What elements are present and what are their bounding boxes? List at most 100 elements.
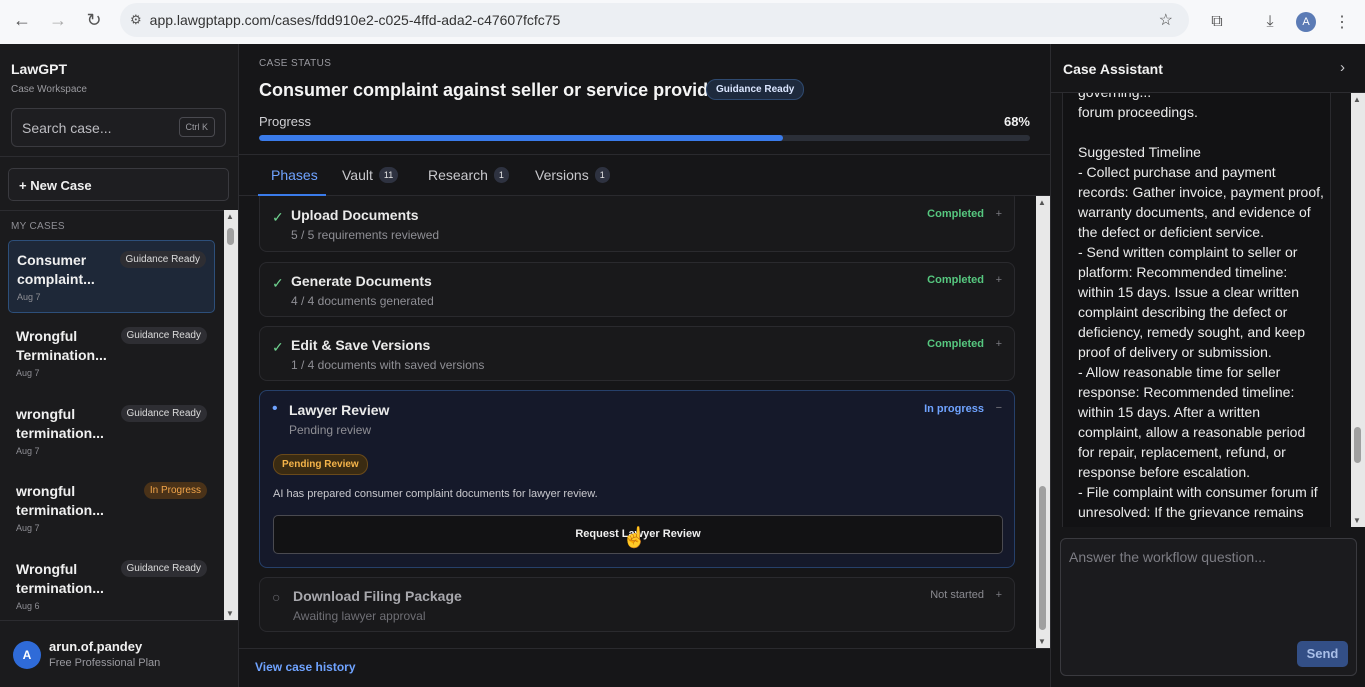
check-icon: ✓ bbox=[272, 209, 284, 225]
search-placeholder: Search case... bbox=[22, 120, 112, 136]
search-shortcut-hint: Ctrl K bbox=[178, 117, 215, 137]
status-badge: In Progress bbox=[143, 482, 207, 499]
expand-icon[interactable]: + bbox=[996, 338, 1002, 350]
profile-avatar[interactable]: A bbox=[1292, 8, 1320, 36]
case-title: Wrongful termination... bbox=[16, 561, 104, 596]
case-title: wrongful termination... bbox=[16, 483, 104, 518]
phase-subtitle: 1 / 4 documents with saved versions bbox=[291, 358, 485, 372]
tab-count: 11 bbox=[378, 167, 399, 183]
tab-label: Versions bbox=[535, 167, 589, 183]
divider bbox=[0, 156, 238, 157]
browser-toolbar: ← → ↻ ⚙ app.lawgptapp.com/cases/fdd910e2… bbox=[0, 0, 1365, 44]
case-date: Aug 7 bbox=[16, 368, 40, 378]
scrollbar-thumb[interactable] bbox=[1354, 427, 1361, 463]
divider bbox=[0, 210, 238, 211]
tab-research[interactable]: Research 1 bbox=[428, 167, 509, 183]
address-bar[interactable]: ⚙ app.lawgptapp.com/cases/fdd910e2-c025-… bbox=[120, 3, 1189, 37]
expand-icon[interactable]: + bbox=[996, 274, 1002, 286]
scroll-down-icon[interactable]: ▼ bbox=[1038, 637, 1046, 646]
expand-icon[interactable]: + bbox=[996, 208, 1002, 220]
phase-status: Completed bbox=[927, 338, 984, 350]
sidebar: LawGPT Case Workspace Search case... Ctr… bbox=[0, 44, 239, 687]
tab-versions[interactable]: Versions 1 bbox=[535, 167, 610, 183]
tab-phases[interactable]: Phases bbox=[271, 167, 318, 183]
tab-label: Research bbox=[428, 167, 488, 183]
progress-fill bbox=[259, 135, 784, 141]
tab-vault[interactable]: Vault 11 bbox=[342, 167, 399, 183]
case-item[interactable]: wrongful termination... Guidance Ready A… bbox=[8, 395, 215, 468]
brand-title: LawGPT bbox=[11, 61, 68, 77]
expand-icon[interactable]: + bbox=[996, 589, 1002, 601]
extensions-icon[interactable]: ⧉ bbox=[1203, 8, 1231, 36]
sidebar-scrollbar[interactable]: ▲ ▼ bbox=[224, 210, 238, 620]
phase-title: Download Filing Package bbox=[293, 588, 462, 604]
phase-item[interactable]: ✓ Edit & Save Versions 1 / 4 documents w… bbox=[259, 326, 1015, 381]
status-badge: Guidance Ready bbox=[120, 405, 207, 422]
tab-count: 1 bbox=[594, 167, 610, 183]
menu-kebab-icon[interactable]: ⋮ bbox=[1328, 8, 1356, 36]
scrollbar-thumb[interactable] bbox=[227, 228, 234, 245]
case-assistant-panel: Case Assistant › governing... forum proc… bbox=[1050, 44, 1365, 687]
tab-bar: Phases Vault 11 Research 1 Versions 1 bbox=[239, 154, 1050, 196]
url-text: app.lawgptapp.com/cases/fdd910e2-c025-4f… bbox=[149, 12, 561, 28]
my-cases-heading: MY CASES bbox=[11, 221, 65, 232]
case-date: Aug 7 bbox=[17, 292, 41, 302]
phase-subtitle: 4 / 4 documents generated bbox=[291, 294, 434, 308]
case-title: wrongful termination... bbox=[16, 406, 104, 441]
case-date: Aug 6 bbox=[16, 601, 40, 611]
forward-icon[interactable]: → bbox=[40, 2, 76, 38]
input-placeholder: Answer the workflow question... bbox=[1069, 549, 1266, 565]
phase-status: Completed bbox=[927, 274, 984, 286]
case-list: Consumer complaint... Guidance Ready Aug… bbox=[0, 238, 224, 620]
case-date: Aug 7 bbox=[16, 523, 40, 533]
tab-label: Phases bbox=[271, 167, 318, 183]
reload-icon[interactable]: ↻ bbox=[76, 2, 112, 38]
site-info-icon[interactable]: ⚙ bbox=[130, 12, 142, 28]
download-icon[interactable]: ⤓ bbox=[1256, 8, 1284, 36]
case-item[interactable]: wrongful termination... In Progress Aug … bbox=[8, 472, 215, 545]
user-name: arun.of.pandey bbox=[49, 639, 143, 654]
view-case-history-link[interactable]: View case history bbox=[255, 660, 356, 674]
send-button[interactable]: Send bbox=[1297, 641, 1348, 667]
phase-subtitle: 5 / 5 requirements reviewed bbox=[291, 228, 440, 242]
assistant-scrollbar[interactable]: ▲ ▼ bbox=[1351, 93, 1365, 527]
scrollbar-thumb[interactable] bbox=[1039, 486, 1046, 630]
case-search-input[interactable]: Search case... Ctrl K bbox=[11, 108, 226, 147]
case-item[interactable]: Wrongful termination... Guidance Ready A… bbox=[8, 550, 215, 620]
progress-label: Progress bbox=[259, 114, 312, 129]
phase-item[interactable]: ✓ Upload Documents 5 / 5 requirements re… bbox=[259, 196, 1015, 252]
new-case-button[interactable]: + New Case bbox=[8, 168, 229, 201]
case-item[interactable]: Wrongful Termination... Guidance Ready A… bbox=[8, 317, 215, 390]
phase-description: AI has prepared consumer complaint docum… bbox=[273, 488, 598, 500]
assistant-message: governing... forum proceedings. Suggeste… bbox=[1078, 93, 1324, 520]
progress-value: 68% bbox=[1003, 114, 1030, 129]
divider bbox=[239, 648, 1050, 649]
status-badge: Guidance Ready bbox=[119, 251, 206, 268]
phase-title: Edit & Save Versions bbox=[291, 337, 431, 353]
status-badge: Guidance Ready bbox=[706, 79, 805, 100]
phase-subtitle: Awaiting lawyer approval bbox=[293, 609, 426, 623]
scroll-up-icon[interactable]: ▲ bbox=[1038, 198, 1046, 207]
tab-count: 1 bbox=[493, 167, 509, 183]
phases-scrollbar[interactable]: ▲ ▼ bbox=[1036, 196, 1050, 648]
back-icon[interactable]: ← bbox=[4, 2, 40, 38]
chevron-right-icon[interactable]: › bbox=[1340, 59, 1345, 76]
phase-list: ✓ Upload Documents 5 / 5 requirements re… bbox=[239, 196, 1036, 651]
user-profile[interactable]: A arun.of.pandey Free Professional Plan bbox=[0, 620, 238, 687]
case-title: Consumer complaint... bbox=[17, 252, 95, 287]
scroll-down-icon[interactable]: ▼ bbox=[1353, 516, 1361, 525]
bookmark-star-icon[interactable]: ☆ bbox=[1159, 10, 1173, 30]
phase-item[interactable]: ✓ Generate Documents 4 / 4 documents gen… bbox=[259, 262, 1015, 317]
phase-status: Completed bbox=[927, 208, 984, 220]
phase-status: In progress bbox=[924, 403, 984, 415]
tab-label: Vault bbox=[342, 167, 373, 183]
phase-item[interactable]: ○ Download Filing Package Awaiting lawye… bbox=[259, 577, 1015, 632]
workflow-answer-input[interactable]: Answer the workflow question... Send bbox=[1060, 538, 1357, 676]
collapse-icon[interactable]: − bbox=[996, 402, 1002, 414]
phase-title: Upload Documents bbox=[291, 207, 419, 223]
scroll-up-icon[interactable]: ▲ bbox=[226, 212, 234, 221]
scroll-up-icon[interactable]: ▲ bbox=[1353, 95, 1361, 104]
scroll-down-icon[interactable]: ▼ bbox=[226, 609, 234, 618]
progress-bar bbox=[259, 135, 1030, 141]
case-item[interactable]: Consumer complaint... Guidance Ready Aug… bbox=[8, 240, 215, 313]
